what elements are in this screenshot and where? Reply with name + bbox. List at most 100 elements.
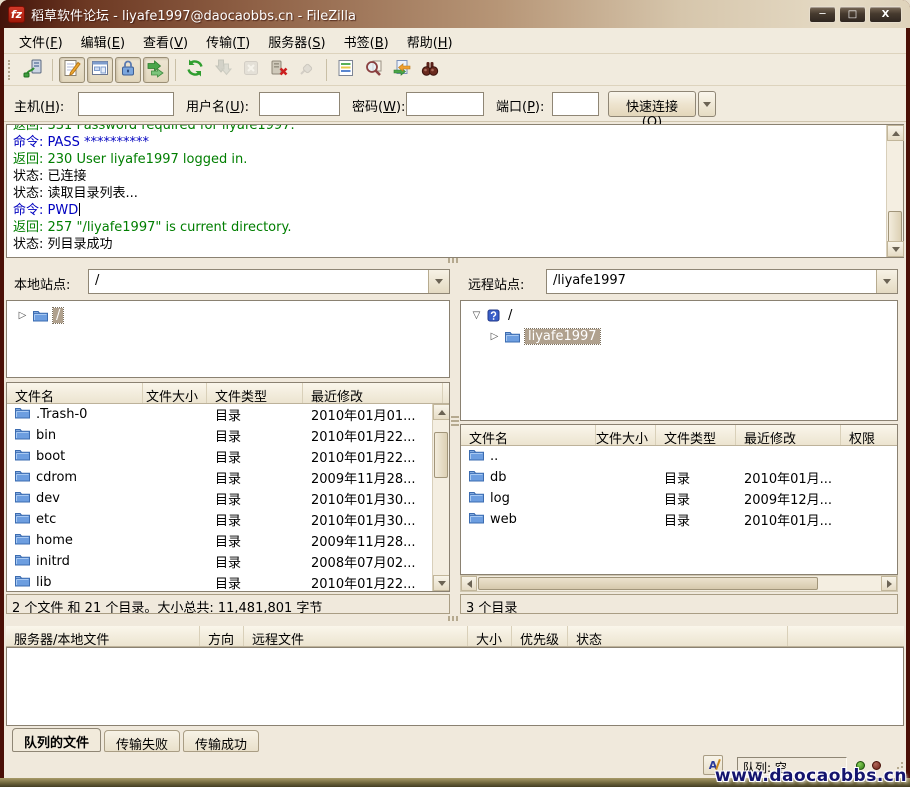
- file-row[interactable]: .Trash-0目录2010年01月01...: [7, 404, 432, 425]
- refresh-button[interactable]: [182, 57, 208, 83]
- username-input[interactable]: [259, 92, 340, 116]
- column-header[interactable]: 文件类型: [656, 425, 736, 445]
- file-name: ..: [490, 449, 498, 464]
- column-header[interactable]: 文件大小: [143, 383, 207, 403]
- column-header[interactable]: 大小: [468, 626, 512, 646]
- column-header[interactable]: 文件名: [7, 383, 143, 403]
- directory-comparison-button[interactable]: [361, 57, 387, 83]
- chevron-expanded-icon[interactable]: ▽: [471, 310, 482, 321]
- column-header[interactable]: 文件类型: [207, 383, 303, 403]
- menu-item-edit[interactable]: 编辑(E): [72, 28, 134, 55]
- menu-item-help[interactable]: 帮助(H): [398, 28, 462, 55]
- scrollbar-thumb[interactable]: [478, 577, 818, 590]
- scroll-up-button[interactable]: [433, 404, 450, 420]
- file-name: bin: [36, 428, 56, 443]
- queue-tabs: 队列的文件传输失败传输成功: [12, 728, 259, 752]
- minimize-button[interactable]: ─: [809, 6, 836, 23]
- close-button[interactable]: X: [869, 6, 902, 23]
- column-header[interactable]: 远程文件: [244, 626, 468, 646]
- toggle-queue-button[interactable]: [143, 57, 169, 83]
- scroll-up-button[interactable]: [887, 125, 904, 141]
- remote-site-combo[interactable]: /liyafe1997: [546, 269, 898, 294]
- tree-item-liyafe1997[interactable]: ▷ liyafe1997: [461, 326, 897, 347]
- toolbar-separator: [52, 59, 53, 81]
- menu-item-transfer[interactable]: 传输(T): [197, 28, 259, 55]
- password-input[interactable]: [406, 92, 484, 116]
- local-list-scrollbar[interactable]: [432, 404, 449, 591]
- file-row[interactable]: bin目录2010年01月22...: [7, 425, 432, 446]
- file-row[interactable]: ..: [461, 446, 897, 467]
- column-header[interactable]: 优先级: [512, 626, 568, 646]
- scrollbar-thumb[interactable]: [434, 432, 448, 478]
- port-input[interactable]: [552, 92, 599, 116]
- synchronized-browsing-button[interactable]: [389, 57, 415, 83]
- menu-item-view[interactable]: 查看(V): [134, 28, 197, 55]
- tab-successful-transfers[interactable]: 传输成功: [183, 730, 259, 752]
- scrollbar-thumb[interactable]: [888, 211, 902, 245]
- scroll-left-button[interactable]: [461, 576, 477, 591]
- scroll-down-button[interactable]: [887, 241, 904, 257]
- combo-dropdown-button[interactable]: [876, 270, 897, 293]
- scroll-right-button[interactable]: [881, 576, 897, 591]
- column-header[interactable]: 最近修改: [303, 383, 443, 403]
- quickconnect-dropdown-button[interactable]: [698, 91, 716, 117]
- file-row[interactable]: home目录2009年11月28...: [7, 530, 432, 551]
- scroll-down-button[interactable]: [433, 575, 450, 591]
- column-header[interactable]: 最近修改: [736, 425, 841, 445]
- toggle-message-log-button[interactable]: [59, 57, 85, 83]
- column-header[interactable]: 状态: [568, 626, 788, 646]
- menu-item-server[interactable]: 服务器(S): [259, 28, 334, 55]
- file-row[interactable]: web目录2010年01月...: [461, 509, 897, 530]
- column-header[interactable]: 服务器/本地文件: [6, 626, 200, 646]
- toggle-local-tree-button[interactable]: [87, 57, 113, 83]
- remote-list-hscrollbar[interactable]: [460, 575, 898, 592]
- file-row[interactable]: db目录2010年01月...: [461, 467, 897, 488]
- message-log-scrollbar[interactable]: [886, 125, 903, 257]
- folder-icon: [469, 448, 484, 465]
- toolbar-grip[interactable]: [8, 60, 13, 80]
- tab-failed-transfers[interactable]: 传输失败: [104, 730, 180, 752]
- title-bar[interactable]: fz 稻草软件论坛 - liyafe1997@daocaobbs.cn - Fi…: [0, 0, 910, 28]
- file-row[interactable]: etc目录2010年01月30...: [7, 509, 432, 530]
- quickconnect-button[interactable]: 快速连接(Q): [608, 91, 696, 117]
- message-log: 返回: 331 Password required for liyafe1997…: [6, 124, 904, 258]
- file-row[interactable]: log目录2009年12月...: [461, 488, 897, 509]
- menu-item-file[interactable]: 文件(F): [10, 28, 72, 55]
- local-list-header: 文件名文件大小文件类型最近修改: [7, 383, 449, 404]
- tree-item-label: liyafe1997: [525, 329, 600, 344]
- file-cell: 目录: [656, 468, 736, 487]
- file-cell: 2010年01月01...: [303, 405, 432, 424]
- pane-splitter-grip[interactable]: [451, 416, 459, 426]
- arrow-down-icon: [892, 247, 900, 252]
- queue-splitter-grip[interactable]: [448, 616, 458, 621]
- folder-icon: [15, 490, 30, 507]
- file-row[interactable]: cdrom目录2009年11月28...: [7, 467, 432, 488]
- directory-filters-button[interactable]: [333, 57, 359, 83]
- column-header[interactable]: 权限: [841, 425, 897, 445]
- toggle-remote-tree-button[interactable]: [115, 57, 141, 83]
- column-header[interactable]: 文件大小: [596, 425, 656, 445]
- disconnect-button[interactable]: [266, 57, 292, 83]
- file-row[interactable]: dev目录2010年01月30...: [7, 488, 432, 509]
- chevron-collapsed-icon[interactable]: ▷: [489, 331, 500, 342]
- maximize-button[interactable]: □: [839, 6, 866, 23]
- log-line-label: 返回:: [13, 125, 48, 133]
- tab-queued-files[interactable]: 队列的文件: [12, 728, 101, 752]
- host-input[interactable]: [78, 92, 174, 116]
- tree-item-[interactable]: ▽/: [461, 305, 897, 326]
- combo-dropdown-button[interactable]: [428, 270, 449, 293]
- chevron-collapsed-icon[interactable]: ▷: [17, 310, 28, 321]
- column-header[interactable]: 文件名: [461, 425, 596, 445]
- local-site-combo[interactable]: /: [88, 269, 450, 294]
- column-header[interactable]: 方向: [200, 626, 244, 646]
- site-manager-button[interactable]: [20, 57, 46, 83]
- file-row[interactable]: initrd目录2008年07月02...: [7, 551, 432, 572]
- app-icon: fz: [8, 6, 25, 23]
- find-files-button[interactable]: [417, 57, 443, 83]
- file-row[interactable]: boot目录2010年01月22...: [7, 446, 432, 467]
- file-row[interactable]: lib目录2010年01月22...: [7, 572, 432, 591]
- menu-item-bookmarks[interactable]: 书签(B): [335, 28, 398, 55]
- folder-icon: [15, 406, 30, 423]
- tree-item-[interactable]: ▷/: [7, 305, 449, 326]
- log-splitter-grip[interactable]: [448, 258, 458, 263]
